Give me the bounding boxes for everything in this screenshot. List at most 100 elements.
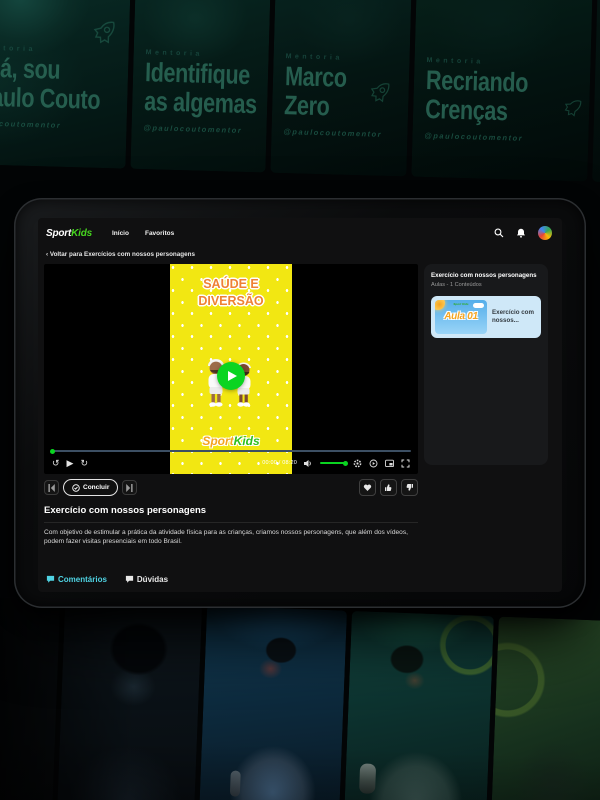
lesson-item-label: Exercício com nossos...	[492, 308, 534, 324]
next-icon	[126, 483, 133, 492]
bg-card-title-line2: Paulo Couto	[0, 81, 101, 115]
progress-bar[interactable]	[50, 448, 411, 454]
header-actions	[494, 226, 552, 240]
watermark-kids-text: Kids	[233, 434, 260, 448]
rocket-icon	[564, 100, 582, 117]
next-lesson-button[interactable]	[122, 480, 138, 495]
bg-photo-tile-4	[343, 610, 494, 800]
fullscreen-button[interactable]	[401, 459, 410, 468]
bg-card-title-line2: as algemas	[143, 85, 258, 120]
bg-course-card-1: Mentoria Olá, sou Paulo Couto @paulocout…	[0, 0, 131, 169]
thumbs-down-icon	[406, 484, 413, 491]
comment-icon	[46, 575, 55, 583]
nav-item-favoritos[interactable]: Favoritos	[145, 230, 174, 237]
nav-item-inicio[interactable]: Início	[112, 230, 129, 237]
previous-lesson-button[interactable]	[44, 480, 59, 495]
page-background: Mentoria Olá, sou Paulo Couto @paulocout…	[0, 0, 600, 800]
comment-tabs: Comentários Dúvidas	[46, 575, 168, 584]
video-content: SAÚDE E DIVERSÃO SportKids	[170, 264, 292, 474]
check-circle-icon	[72, 483, 80, 492]
bg-top-strip: Mentoria Olá, sou Paulo Couto @paulocout…	[0, 0, 600, 185]
bg-card-title-line1: Olá, sou	[0, 52, 61, 85]
bg-photo-tile-2	[57, 599, 203, 800]
complete-button[interactable]: Concluir	[63, 479, 119, 496]
time-display: 00:00 / 08:20	[262, 460, 297, 466]
lesson-list-item[interactable]: Sport Kids Aula 01 Exercício com nossos.…	[431, 296, 541, 338]
bg-course-card-3: Mentoria Marco Zero @paulocoutomentor	[270, 0, 412, 177]
rewind-button[interactable]: ↺	[52, 457, 60, 468]
controls-row: ↺ ▶ ↻ 00:00 / 08:20	[44, 452, 418, 474]
divider	[44, 522, 418, 523]
lesson-action-row: Concluir	[44, 479, 418, 496]
bg-card-handle: @paulocoutomentor	[283, 126, 383, 139]
speed-icon	[369, 459, 378, 467]
volume-slider[interactable]	[320, 460, 348, 466]
lesson-description: Com objetivo de estimular a prática da a…	[44, 529, 408, 545]
sportkids-logo[interactable]: SportKids	[46, 228, 92, 239]
search-icon[interactable]	[494, 228, 504, 238]
dislike-button[interactable]	[401, 479, 418, 496]
breadcrumb-back-link[interactable]: ‹ Voltar para Exercícios com nossos pers…	[46, 251, 195, 258]
logo-kids-text: Kids	[71, 227, 92, 239]
microphone-shape	[359, 763, 377, 794]
tablet-frame: SportKids Início Favoritos ‹ Voltar para…	[14, 198, 586, 608]
gear-icon	[353, 459, 362, 467]
thumbnail-title: Aula 01	[444, 311, 478, 322]
bg-bottom-strip	[0, 597, 600, 800]
forward-icon: ↻	[80, 457, 89, 468]
rewind-icon: ↺	[52, 457, 60, 468]
bg-photo-tile-5	[490, 616, 600, 800]
fullscreen-icon	[401, 459, 410, 467]
bg-card-handle: @paulocoutomentor	[0, 117, 62, 130]
like-button[interactable]	[380, 479, 397, 496]
volume-knob[interactable]	[343, 460, 348, 466]
question-icon	[125, 575, 134, 583]
main-nav: Início Favoritos	[112, 230, 174, 237]
bg-card-title-line1: Recriando	[425, 65, 529, 98]
play-overlay-button[interactable]	[217, 362, 245, 390]
pip-button[interactable]	[385, 459, 394, 468]
microphone-shape	[229, 770, 241, 797]
favorite-button[interactable]	[359, 479, 376, 496]
tab-duvidas[interactable]: Dúvidas	[125, 575, 168, 584]
pip-icon	[385, 459, 394, 467]
logo-sport-text: Sport	[46, 227, 72, 239]
volume-icon	[304, 459, 311, 467]
video-title: SAÚDE E DIVERSÃO	[170, 276, 292, 310]
course-sidebar: Exercício com nossos personagens Aulas -…	[424, 264, 548, 465]
thumbs-up-icon	[385, 484, 392, 491]
player-controls: ↺ ▶ ↻ 00:00 / 08:20	[44, 448, 418, 474]
lesson-thumbnail: Sport Kids Aula 01	[435, 300, 487, 334]
settings-button[interactable]	[353, 459, 362, 468]
play-icon: ▶	[66, 457, 74, 468]
bg-course-card-2: Mentoria Identifique as algemas @pauloco…	[130, 0, 271, 173]
video-player[interactable]: SAÚDE E DIVERSÃO SportKids ↺ ▶ ↻ 00:00 /…	[44, 264, 418, 474]
bg-photo-tile-3	[199, 605, 348, 800]
playback-speed-button[interactable]	[369, 459, 378, 468]
tab-duvidas-label: Dúvidas	[136, 575, 169, 584]
thumbnail-brand: Sport Kids	[453, 302, 469, 306]
lesson-title: Exercício com nossos personagens	[44, 505, 207, 516]
play-button[interactable]: ▶	[66, 457, 74, 468]
tab-comentarios[interactable]: Comentários	[46, 575, 107, 584]
video-watermark-logo: SportKids	[170, 434, 292, 448]
volume-button[interactable]	[304, 459, 313, 468]
progress-knob[interactable]	[50, 448, 55, 454]
bg-card-handle: @paulocoutomentor	[424, 130, 524, 143]
sidebar-course-meta: Aulas - 1 Conteúdos	[431, 282, 482, 288]
bg-course-card-5	[592, 0, 600, 184]
watermark-sport-text: Sport	[202, 434, 234, 448]
previous-icon	[48, 483, 55, 492]
bg-course-card-4: Mentoria Recriando Crenças @paulocoutome…	[411, 0, 593, 182]
user-avatar[interactable]	[538, 226, 552, 240]
bg-card-title-line2: Crenças	[424, 93, 509, 127]
heart-icon	[363, 484, 372, 491]
tablet-screen: SportKids Início Favoritos ‹ Voltar para…	[38, 218, 562, 592]
bell-icon[interactable]	[516, 228, 526, 238]
tab-comentarios-label: Comentários	[58, 575, 107, 584]
bg-card-title-line1: Identifique	[144, 57, 251, 91]
bg-photo-tile-1	[0, 597, 61, 800]
forward-button[interactable]: ↻	[80, 457, 89, 468]
bg-card-handle: @paulocoutomentor	[143, 122, 243, 135]
app-header: SportKids Início Favoritos	[38, 218, 562, 248]
